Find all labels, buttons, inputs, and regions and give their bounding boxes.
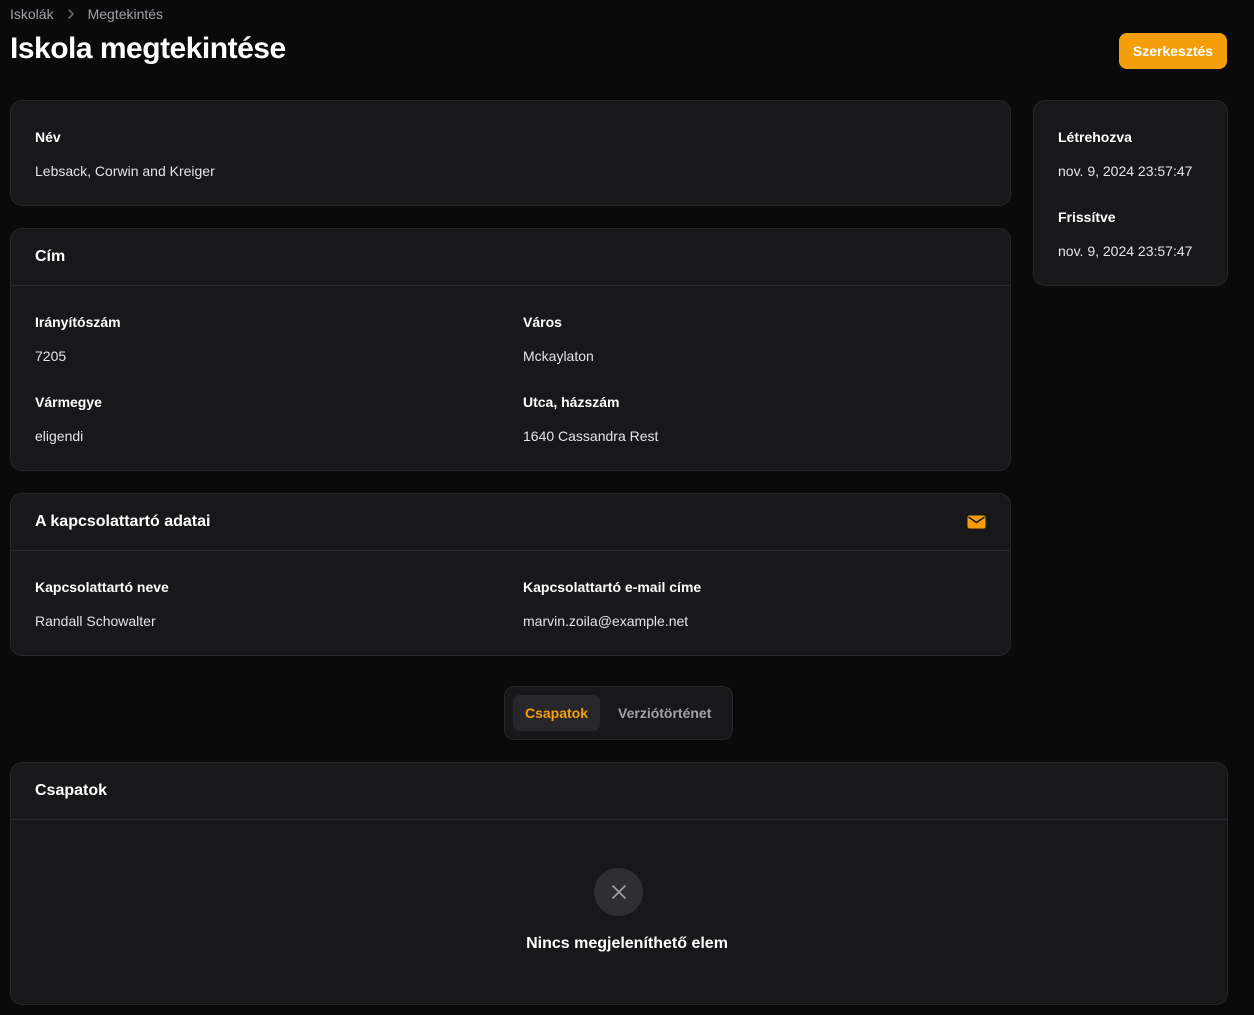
contact-card-header: A kapcsolattartó adatai [11,494,1010,551]
relation-tabs: Csapatok Verziótörténet [504,686,733,740]
created-label: Létrehozva [1058,129,1132,145]
name-card: Név Lebsack, Corwin and Kreiger [10,100,1011,206]
breadcrumb-item-view: Megtekintés [87,6,164,22]
contact-card-title: A kapcsolattartó adatai [35,513,211,530]
page-title: Iskola megtekintése [10,32,286,65]
county-label: Vármegye [35,394,102,410]
created-field: Létrehozva nov. 9, 2024 23:57:47 [1058,129,1192,179]
breadcrumb-item-schools[interactable]: Iskolák [10,6,54,22]
contact-name-label: Kapcsolattartó neve [35,579,169,595]
county-value: eligendi [35,428,84,444]
zip-label: Irányítószám [35,314,121,330]
name-value: Lebsack, Corwin and Kreiger [35,163,215,179]
address-card-title: Cím [35,248,66,265]
contact-card: A kapcsolattartó adatai Kapcsolattartó n… [10,493,1011,656]
envelope-icon[interactable] [967,515,986,529]
zip-value: 7205 [35,348,67,364]
address-card-header: Cím [11,229,1010,286]
contact-email-value: marvin.zoila@example.net [523,613,689,629]
street-label: Utca, házszám [523,394,620,410]
name-label: Név [35,129,61,145]
tab-version-history[interactable]: Verziótörténet [606,695,723,731]
contact-name-value: Randall Schowalter [35,613,156,629]
contact-name-field: Kapcsolattartó neve Randall Schowalter [35,579,169,629]
updated-label: Frissítve [1058,209,1116,225]
created-value: nov. 9, 2024 23:57:47 [1058,163,1193,179]
teams-card-header: Csapatok [11,763,1227,820]
updated-value: nov. 9, 2024 23:57:47 [1058,243,1193,259]
city-label: Város [523,314,562,330]
updated-field: Frissítve nov. 9, 2024 23:57:47 [1058,209,1192,259]
zip-field: Irányítószám 7205 [35,314,121,364]
chevron-right-icon [64,7,78,21]
contact-email-field: Kapcsolattartó e-mail címe marvin.zoila@… [523,579,701,629]
empty-state-text: Nincs megjeleníthető elem [526,935,728,952]
edit-button[interactable]: Szerkesztés [1119,33,1227,69]
contact-email-label: Kapcsolattartó e-mail címe [523,579,702,595]
x-icon [594,868,643,916]
street-value: 1640 Cassandra Rest [523,428,659,444]
city-value: Mckaylaton [523,348,594,364]
county-field: Vármegye eligendi [35,394,102,444]
tab-teams[interactable]: Csapatok [513,695,601,731]
breadcrumb: Iskolák Megtekintés [10,6,163,22]
name-field: Név Lebsack, Corwin and Kreiger [35,129,215,179]
street-field: Utca, házszám 1640 Cassandra Rest [523,394,658,444]
city-field: Város Mckaylaton [523,314,594,364]
meta-card: Létrehozva nov. 9, 2024 23:57:47 Frissít… [1033,100,1228,286]
address-card: Cím Irányítószám 7205 Város Mckaylaton V… [10,228,1011,471]
teams-card-title: Csapatok [35,782,108,799]
